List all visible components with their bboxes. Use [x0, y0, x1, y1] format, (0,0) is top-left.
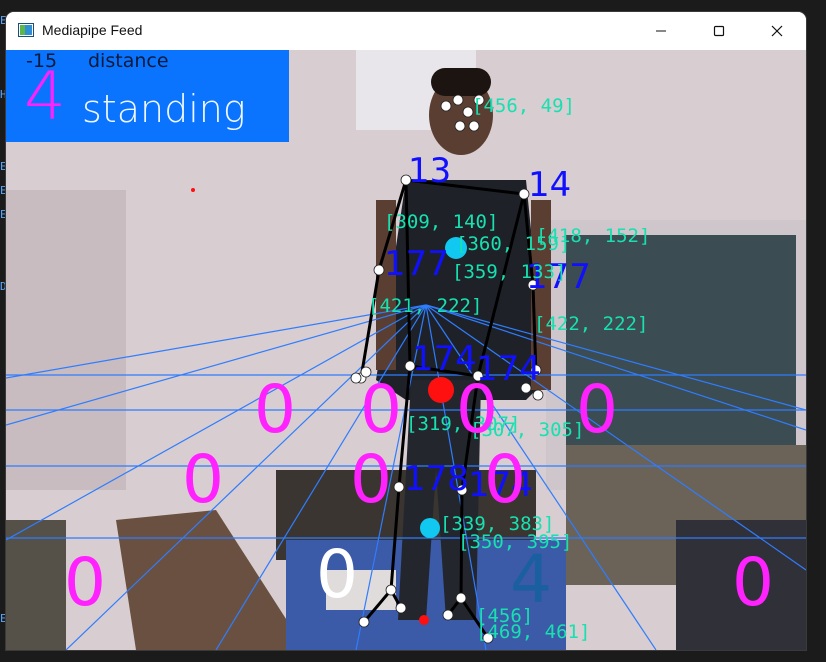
rep-count: 4 [24, 58, 66, 135]
coordinate-label: [359, 133] [452, 261, 566, 283]
maximize-button[interactable] [690, 12, 748, 50]
minimize-icon [656, 30, 666, 32]
window-title: Mediapipe Feed [42, 22, 143, 38]
coordinate-label: [421, 222] [368, 295, 482, 317]
bed-frame [6, 520, 66, 650]
angle-label: 178 [404, 459, 469, 499]
zone-counter: 0 [254, 371, 296, 448]
close-button[interactable] [748, 12, 806, 50]
mediapipe-window: Mediapipe Feed 13 14 177 177 174 174 178… [6, 12, 806, 650]
camera-feed: 13 14 177 177 174 174 178 174 [456, 49] … [6, 50, 806, 650]
zone-count: 4 [510, 541, 552, 618]
coordinate-label: [418, 152] [536, 225, 650, 247]
info-panel: -15 distance 4 standing [6, 50, 289, 142]
angle-label: 14 [528, 165, 571, 205]
wall-shadow [6, 190, 126, 490]
coordinate-label: [422, 222] [534, 313, 648, 335]
zone-counter: 0 [64, 544, 106, 621]
zone-counter-active: 0 [316, 536, 358, 613]
pose-label: standing [82, 87, 246, 131]
zone-counter: 0 [360, 371, 402, 448]
maximize-icon [713, 25, 725, 37]
zone-counter: 0 [350, 441, 392, 518]
title-bar[interactable]: Mediapipe Feed [6, 12, 806, 50]
angle-label: 177 [384, 244, 449, 284]
coordinate-label: [456, 49] [472, 95, 575, 117]
cyan-marker [420, 518, 440, 538]
person-hair [431, 68, 491, 96]
app-icon [18, 23, 34, 37]
red-dot [191, 188, 195, 192]
zone-counter: 0 [576, 371, 618, 448]
zone-counter: 0 [732, 544, 774, 621]
zone-counter: 0 [484, 441, 526, 518]
distance-label: distance [88, 50, 169, 72]
close-icon [771, 25, 783, 37]
red-marker [419, 615, 429, 625]
minimize-button[interactable] [632, 12, 690, 50]
red-marker [428, 377, 454, 403]
zone-counter: 0 [456, 371, 498, 448]
coordinate-label: [469, 461] [476, 621, 590, 643]
coordinate-label: [309, 140] [384, 211, 498, 233]
zone-counter: 0 [182, 441, 224, 518]
angle-label: 13 [408, 151, 451, 191]
